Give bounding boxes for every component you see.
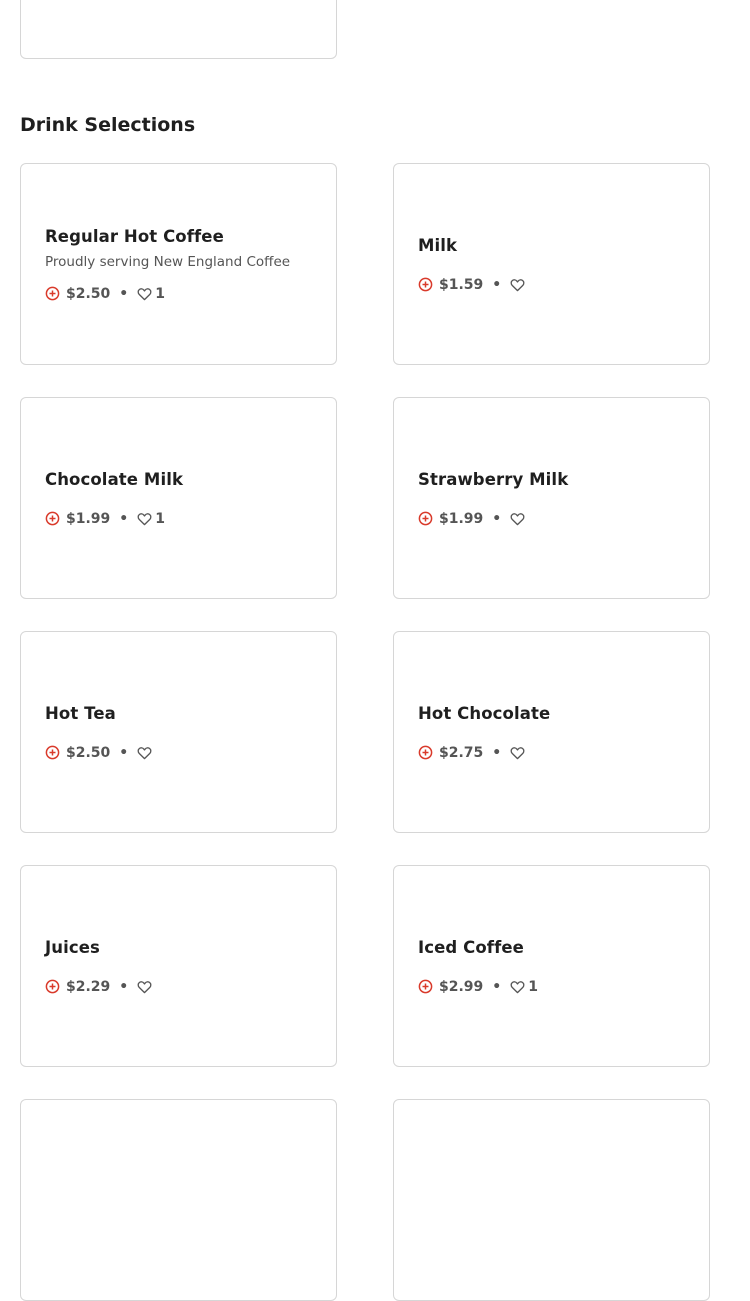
item-price: $2.75 (439, 744, 484, 761)
item-price: $2.99 (439, 978, 484, 995)
item-price: $1.99 (66, 510, 111, 527)
menu-item-card[interactable]: Iced Coffee $2.99 • 1 (393, 865, 710, 1067)
like-button[interactable] (137, 746, 155, 760)
like-button[interactable] (510, 512, 528, 526)
menu-item-card-partial-bottom[interactable] (20, 1099, 337, 1301)
add-circle-icon[interactable] (45, 511, 60, 526)
item-name: Hot Chocolate (418, 703, 551, 723)
menu-item-card[interactable]: Juices $2.29 • (20, 865, 337, 1067)
heart-outline-icon (137, 512, 152, 525)
item-name: Regular Hot Coffee (45, 226, 224, 246)
item-price: $1.99 (439, 510, 484, 527)
like-count: 1 (528, 978, 538, 995)
separator: • (119, 285, 129, 302)
separator: • (119, 978, 129, 995)
section-title: Drink Selections (20, 114, 196, 136)
like-button[interactable]: 1 (137, 511, 165, 527)
item-price: $2.50 (66, 285, 111, 302)
menu-item-card[interactable]: Hot Chocolate $2.75 • (393, 631, 710, 833)
add-circle-icon[interactable] (418, 511, 433, 526)
item-name: Strawberry Milk (418, 469, 569, 489)
add-circle-icon[interactable] (45, 286, 60, 301)
separator: • (492, 510, 502, 527)
item-name: Iced Coffee (418, 937, 524, 957)
separator: • (492, 276, 502, 293)
heart-outline-icon (137, 980, 152, 993)
menu-item-card[interactable]: Regular Hot Coffee Proudly serving New E… (20, 163, 337, 365)
item-name: Hot Tea (45, 703, 116, 723)
menu-item-card-partial-bottom[interactable] (393, 1099, 710, 1301)
item-name: Milk (418, 235, 458, 255)
item-name: Chocolate Milk (45, 469, 184, 489)
item-description: Proudly serving New England Coffee (45, 253, 291, 270)
like-button[interactable] (510, 746, 528, 760)
menu-item-card[interactable]: Strawberry Milk $1.99 • (393, 397, 710, 599)
separator: • (492, 744, 502, 761)
like-button[interactable]: 1 (510, 979, 538, 995)
menu-item-card-partial-top[interactable] (20, 0, 337, 59)
like-button[interactable] (137, 980, 155, 994)
item-price: $1.59 (439, 276, 484, 293)
like-button[interactable] (510, 278, 528, 292)
separator: • (119, 744, 129, 761)
item-name: Juices (45, 937, 100, 957)
heart-outline-icon (510, 278, 525, 291)
heart-outline-icon (137, 746, 152, 759)
heart-outline-icon (510, 746, 525, 759)
add-circle-icon[interactable] (418, 745, 433, 760)
item-price: $2.29 (66, 978, 111, 995)
separator: • (492, 978, 502, 995)
heart-outline-icon (510, 980, 525, 993)
heart-outline-icon (510, 512, 525, 525)
item-price: $2.50 (66, 744, 111, 761)
separator: • (119, 510, 129, 527)
menu-item-card[interactable]: Milk $1.59 • (393, 163, 710, 365)
menu-item-card[interactable]: Chocolate Milk $1.99 • 1 (20, 397, 337, 599)
like-count: 1 (155, 285, 165, 302)
heart-outline-icon (137, 287, 152, 300)
add-circle-icon[interactable] (45, 979, 60, 994)
menu-item-card[interactable]: Hot Tea $2.50 • (20, 631, 337, 833)
add-circle-icon[interactable] (418, 979, 433, 994)
add-circle-icon[interactable] (45, 745, 60, 760)
like-count: 1 (155, 510, 165, 527)
add-circle-icon[interactable] (418, 277, 433, 292)
like-button[interactable]: 1 (137, 286, 165, 302)
